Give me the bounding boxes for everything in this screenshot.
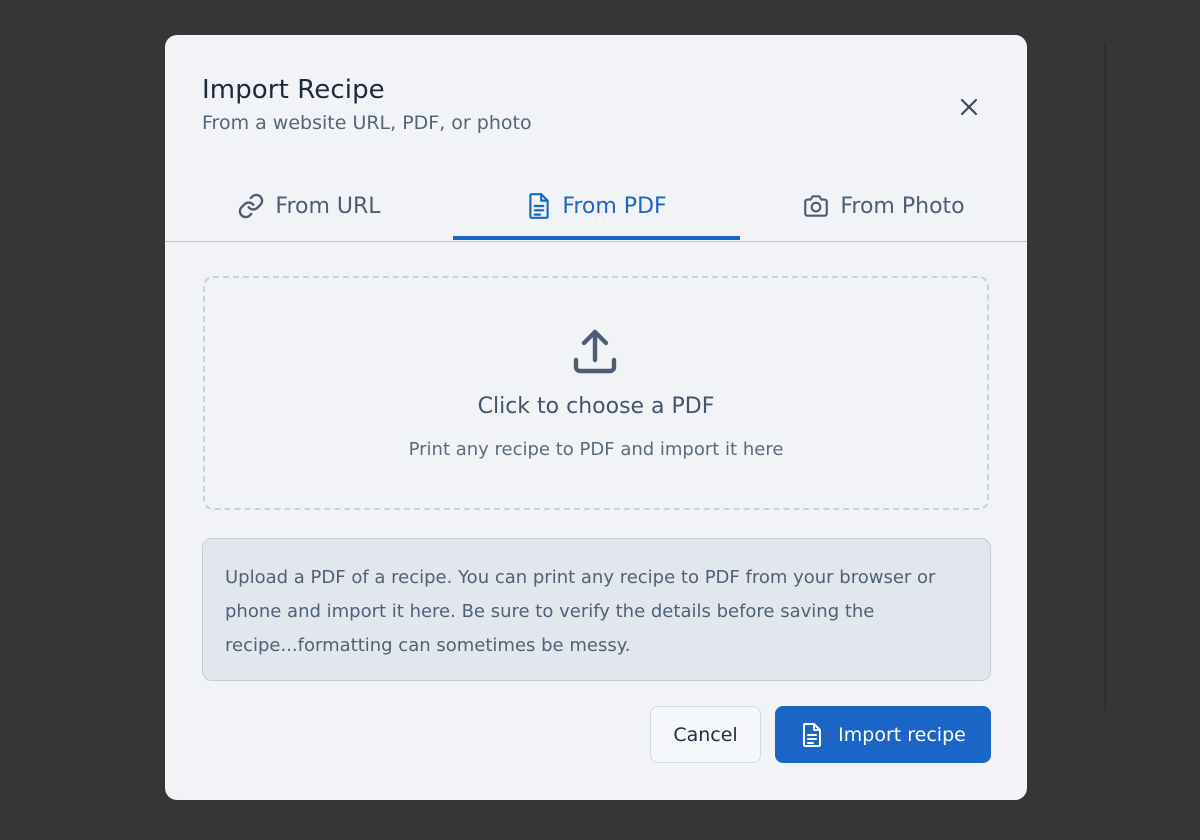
upload-icon [573,329,617,374]
import-recipe-button[interactable]: Import recipe [775,706,991,763]
document-icon [803,722,822,747]
document-icon [529,193,550,219]
dropzone-title: Click to choose a PDF [477,394,715,419]
cancel-button-label: Cancel [673,723,738,746]
active-tab-indicator [453,236,740,240]
backdrop-panel-edge [1104,44,1106,710]
tab-from-photo-label: From Photo [840,193,965,219]
dropzone-subtitle: Print any recipe to PDF and import it he… [408,439,784,460]
tab-from-pdf[interactable]: From PDF [453,173,740,239]
import-source-tabs: From URL From PDF From Photo [165,173,1027,242]
close-icon [960,98,978,116]
dialog-header: Import Recipe From a website URL, PDF, o… [202,73,532,136]
dialog-subtitle: From a website URL, PDF, or photo [202,112,532,134]
dialog-title: Import Recipe [202,75,385,105]
cancel-button[interactable]: Cancel [650,706,761,763]
camera-icon [804,195,829,217]
tab-from-photo[interactable]: From Photo [740,173,1027,239]
info-notice: Upload a PDF of a recipe. You can print … [202,538,991,681]
close-button[interactable] [953,91,985,123]
tab-from-url[interactable]: From URL [165,173,453,239]
link-icon [239,193,264,219]
info-notice-text: Upload a PDF of a recipe. You can print … [225,567,936,656]
pdf-dropzone[interactable]: Click to choose a PDF Print any recipe t… [203,276,989,510]
tab-from-pdf-label: From PDF [562,193,667,219]
import-recipe-dialog: Import Recipe From a website URL, PDF, o… [165,35,1027,800]
tab-from-url-label: From URL [275,193,381,219]
import-recipe-button-label: Import recipe [838,723,966,746]
